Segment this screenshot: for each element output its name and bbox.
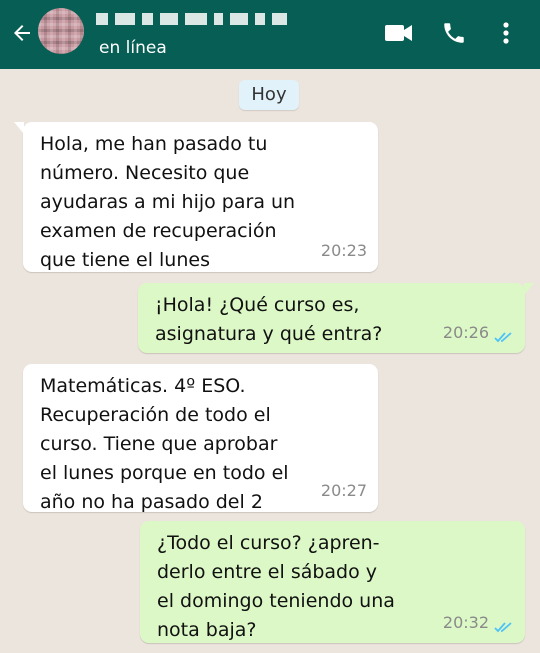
contact-status: en línea xyxy=(99,38,167,58)
message-text: ¿Todo el curso? ¿apren- derlo entre el s… xyxy=(157,532,395,641)
message-incoming[interactable]: Hola, me han pasado tu número. Necesito … xyxy=(14,122,378,272)
chat-header: en línea xyxy=(0,0,540,69)
message-outgoing[interactable]: ¡Hola! ¿Qué curso es, asignatura y qué e… xyxy=(138,283,534,353)
message-text: ¡Hola! ¿Qué curso es, asignatura y qué e… xyxy=(155,294,383,345)
message-incoming[interactable]: Matemáticas. 4º ESO. Recuperación de tod… xyxy=(23,364,378,513)
back-arrow-icon[interactable] xyxy=(10,21,34,45)
contact-avatar[interactable] xyxy=(38,8,84,54)
phone-icon[interactable] xyxy=(441,20,467,46)
message-time: 20:26 xyxy=(442,323,489,342)
double-check-read-icon xyxy=(494,332,512,343)
message-time: 20:27 xyxy=(320,481,367,500)
bubble-tail xyxy=(14,122,24,134)
message-text: Hola, me han pasado tu número. Necesito … xyxy=(40,133,296,271)
message-text: Matemáticas. 4º ESO. Recuperación de tod… xyxy=(40,375,289,513)
more-vert-icon[interactable] xyxy=(499,20,513,46)
video-call-icon[interactable] xyxy=(384,20,414,46)
message-outgoing[interactable]: ¿Todo el curso? ¿apren- derlo entre el s… xyxy=(140,521,525,643)
date-separator: Hoy xyxy=(239,80,299,110)
bubble-tail xyxy=(524,283,534,295)
contact-name-redacted[interactable] xyxy=(96,8,296,30)
message-time: 20:23 xyxy=(320,241,367,260)
double-check-read-icon xyxy=(494,622,512,633)
message-time: 20:32 xyxy=(442,613,489,632)
